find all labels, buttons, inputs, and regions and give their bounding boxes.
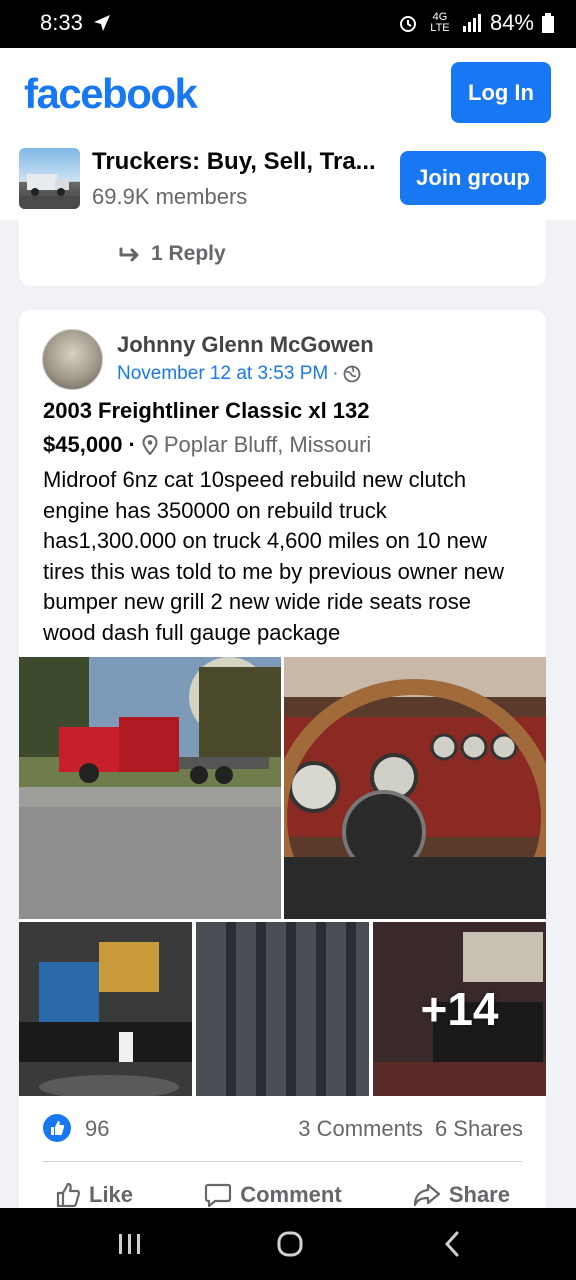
thumbs-up-icon [56, 1182, 81, 1208]
facebook-logo[interactable]: facebook [24, 70, 198, 118]
battery-icon [542, 13, 554, 33]
login-button[interactable]: Log In [451, 62, 551, 123]
share-button[interactable]: Share [401, 1182, 522, 1208]
recent-apps-icon [119, 1234, 140, 1254]
photo-tire[interactable] [196, 922, 369, 1096]
alarm-icon [399, 16, 416, 32]
actions-divider [43, 1161, 522, 1162]
photo-engine[interactable] [19, 922, 192, 1096]
author-avatar[interactable] [42, 329, 103, 390]
like-reaction-icon[interactable] [43, 1114, 71, 1142]
post-description: Midroof 6nz cat 10speed rebuild new clut… [43, 467, 504, 645]
listing-location: Poplar Bluff, Missouri [163, 432, 372, 457]
share-label: Share [448, 1182, 510, 1207]
location-arrow-icon [93, 15, 110, 31]
recent-apps-button[interactable] [110, 1228, 150, 1260]
status-bar: 8:33 4G LTE 84% [0, 0, 576, 48]
status-icons: 4G LTE 84% [398, 10, 554, 36]
group-members: 69.9K members [92, 184, 248, 209]
price-location-row: $45,000 · Poplar Bluff, Missouri [43, 432, 371, 458]
group-name[interactable]: Truckers: Buy, Sell, Tra... [92, 148, 376, 176]
photo-truck-exterior[interactable] [19, 657, 281, 919]
system-nav-bar [0, 1208, 576, 1280]
price-separator: · [128, 432, 136, 457]
home-button[interactable] [270, 1228, 310, 1260]
author-name[interactable]: Johnny Glenn McGowen [117, 332, 374, 358]
reactions-row: 96 3 Comments 6 Shares [43, 1110, 523, 1146]
join-group-button[interactable]: Join group [400, 151, 546, 205]
clock-text: 8:33 [40, 10, 83, 35]
more-photos-count: +14 [420, 983, 499, 1035]
engagement-counts: 3 Comments 6 Shares [298, 1116, 523, 1142]
group-bar: Truckers: Buy, Sell, Tra... 69.9K member… [0, 134, 576, 220]
listing-title: 2003 Freightliner Classic xl 132 [43, 398, 370, 423]
like-count[interactable]: 96 [85, 1116, 109, 1142]
share-arrow-icon [413, 1183, 440, 1207]
photo-interior-more[interactable]: +14 [373, 922, 546, 1096]
signal-icon [462, 14, 481, 32]
home-icon [277, 1231, 303, 1257]
battery-text: 84% [489, 10, 534, 35]
back-chevron-icon [444, 1231, 459, 1257]
group-thumbnail[interactable] [19, 148, 80, 209]
listing-price: $45,000 [43, 432, 123, 457]
meta-separator: · [332, 363, 339, 384]
comment-button[interactable]: Comment [192, 1182, 353, 1208]
globe-icon [343, 365, 360, 383]
network-text: 4G LTE [430, 11, 450, 34]
comment-label: Comment [240, 1182, 342, 1207]
like-button[interactable]: Like [43, 1182, 145, 1208]
status-time: 8:33 [40, 10, 111, 36]
post-card: Johnny Glenn McGowen November 12 at 3:53… [19, 310, 546, 1220]
comments-count[interactable]: 3 Comments [298, 1116, 423, 1142]
reply-count: 1 Reply [151, 242, 226, 265]
post-timestamp[interactable]: November 12 at 3:53 PM [117, 363, 328, 385]
location-pin-icon [142, 435, 158, 455]
back-button[interactable] [432, 1228, 472, 1260]
post-meta: November 12 at 3:53 PM · [117, 363, 361, 385]
top-header: facebook Log In [0, 48, 576, 134]
comment-bubble-icon [205, 1183, 232, 1208]
view-replies-link[interactable]: 1 Reply [119, 242, 226, 266]
reply-arrow-icon [119, 247, 139, 262]
like-label: Like [89, 1182, 134, 1207]
shares-count[interactable]: 6 Shares [435, 1116, 523, 1142]
photo-steering-wheel[interactable] [284, 657, 546, 919]
previous-post-card: 1 Reply [19, 220, 546, 286]
